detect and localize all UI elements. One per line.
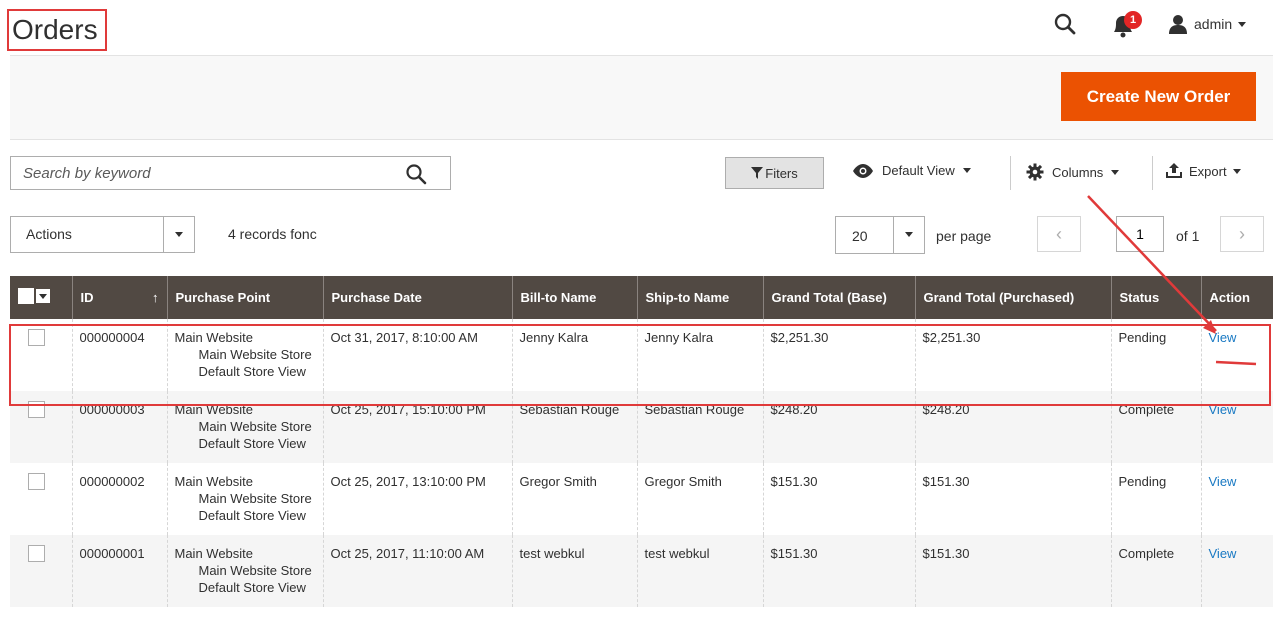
export-label: Export bbox=[1189, 163, 1227, 179]
columns-label: Columns bbox=[1052, 164, 1104, 180]
grand-total-base: $151.30 bbox=[762, 535, 915, 607]
page-title: Orders bbox=[12, 14, 98, 45]
chevron-down-icon bbox=[175, 232, 183, 237]
purchase-point: Main Website Main Website Store Default St… bbox=[166, 463, 323, 535]
chevron-down-icon bbox=[1238, 21, 1247, 27]
notification-count-badge: 1 bbox=[1124, 11, 1142, 29]
select-all-header[interactable] bbox=[10, 276, 72, 319]
keyword-search bbox=[10, 156, 451, 190]
purchase-date: Oct 25, 2017, 11:10:00 AM bbox=[322, 535, 512, 607]
grand-total-purchased: $151.30 bbox=[914, 535, 1111, 607]
chevron-down-icon[interactable] bbox=[36, 289, 50, 303]
eye-icon bbox=[853, 163, 873, 178]
view-order-link[interactable]: View bbox=[1209, 546, 1237, 561]
column-header-grand-total-purchased[interactable]: Grand Total (Purchased) bbox=[914, 276, 1111, 319]
sort-arrow-icon: ↑ bbox=[152, 290, 159, 305]
user-menu[interactable]: admin bbox=[1168, 12, 1247, 36]
column-header-action: Action bbox=[1200, 276, 1273, 319]
order-status: Pending bbox=[1110, 463, 1201, 535]
export-icon bbox=[1166, 163, 1182, 178]
columns-selector[interactable]: Columns bbox=[1026, 163, 1120, 181]
view-selector[interactable]: Default View bbox=[852, 163, 971, 178]
global-search-icon[interactable] bbox=[1053, 12, 1077, 36]
view-order-link[interactable]: View bbox=[1209, 474, 1237, 489]
order-id: 000000001 bbox=[71, 535, 167, 607]
row-checkbox[interactable] bbox=[28, 473, 45, 490]
bill-to-name: Gregor Smith bbox=[511, 463, 637, 535]
per-page-value: 20 bbox=[852, 228, 868, 244]
export-selector[interactable]: Export bbox=[1165, 163, 1241, 179]
mass-actions-toggle[interactable] bbox=[163, 217, 195, 252]
order-id: 000000002 bbox=[71, 463, 167, 535]
filters-label: Fiters bbox=[765, 165, 798, 181]
column-header-ship-to-name[interactable]: Ship-to Name bbox=[636, 276, 763, 319]
row-highlight-box bbox=[9, 324, 1271, 406]
table-row: 000000002 Main Website Main Website Store… bbox=[10, 463, 1273, 535]
view-label: Default View bbox=[882, 163, 955, 178]
divider bbox=[1010, 156, 1011, 190]
chevron-down-icon bbox=[905, 232, 913, 237]
row-checkbox[interactable] bbox=[28, 545, 45, 562]
filters-button[interactable]: Fiters bbox=[725, 157, 824, 189]
chevron-down-icon bbox=[962, 168, 971, 173]
column-header-status[interactable]: Status bbox=[1110, 276, 1201, 319]
bill-to-name: test webkul bbox=[511, 535, 637, 607]
column-header-grand-total-base[interactable]: Grand Total (Base) bbox=[762, 276, 915, 319]
purchase-date: Oct 25, 2017, 13:10:00 PM bbox=[322, 463, 512, 535]
select-all-checkbox[interactable] bbox=[18, 288, 34, 304]
grand-total-base: $151.30 bbox=[762, 463, 915, 535]
total-pages: of 1 bbox=[1176, 228, 1200, 244]
gear-icon bbox=[1026, 163, 1044, 181]
ship-to-name: test webkul bbox=[636, 535, 763, 607]
chevron-down-icon bbox=[1111, 169, 1120, 175]
per-page-label: per page bbox=[936, 228, 992, 244]
column-header-purchase-point[interactable]: Purchase Point bbox=[166, 276, 323, 319]
chevron-down-icon bbox=[1232, 168, 1241, 174]
mass-actions-label: Actions bbox=[26, 226, 72, 242]
filter-icon bbox=[751, 167, 764, 179]
search-icon[interactable] bbox=[405, 163, 427, 185]
purchase-point: Main Website Main Website Store Default St… bbox=[166, 535, 323, 607]
column-header-id[interactable]: ID ↑ bbox=[71, 276, 167, 319]
next-page-button[interactable]: › bbox=[1220, 216, 1264, 252]
search-input[interactable] bbox=[11, 157, 415, 189]
column-header-purchase-date[interactable]: Purchase Date bbox=[322, 276, 512, 319]
prev-page-button[interactable]: ‹ bbox=[1037, 216, 1081, 252]
column-header-bill-to-name[interactable]: Bill-to Name bbox=[511, 276, 637, 319]
order-status: Complete bbox=[1110, 535, 1201, 607]
records-count: 4 records fonc bbox=[228, 226, 317, 242]
table-header-row: ID ↑ Purchase Point Purchase Date Bill-to… bbox=[10, 276, 1273, 319]
current-page-input[interactable] bbox=[1116, 216, 1164, 252]
user-name: admin bbox=[1194, 16, 1233, 32]
divider bbox=[1152, 156, 1153, 190]
per-page-toggle[interactable] bbox=[893, 217, 925, 253]
table-row: 000000001 Main Website Main Website Store… bbox=[10, 535, 1273, 607]
create-new-order-button[interactable]: Create New Order bbox=[1061, 72, 1256, 121]
grand-total-purchased: $151.30 bbox=[914, 463, 1111, 535]
ship-to-name: Gregor Smith bbox=[636, 463, 763, 535]
user-icon bbox=[1169, 15, 1187, 34]
